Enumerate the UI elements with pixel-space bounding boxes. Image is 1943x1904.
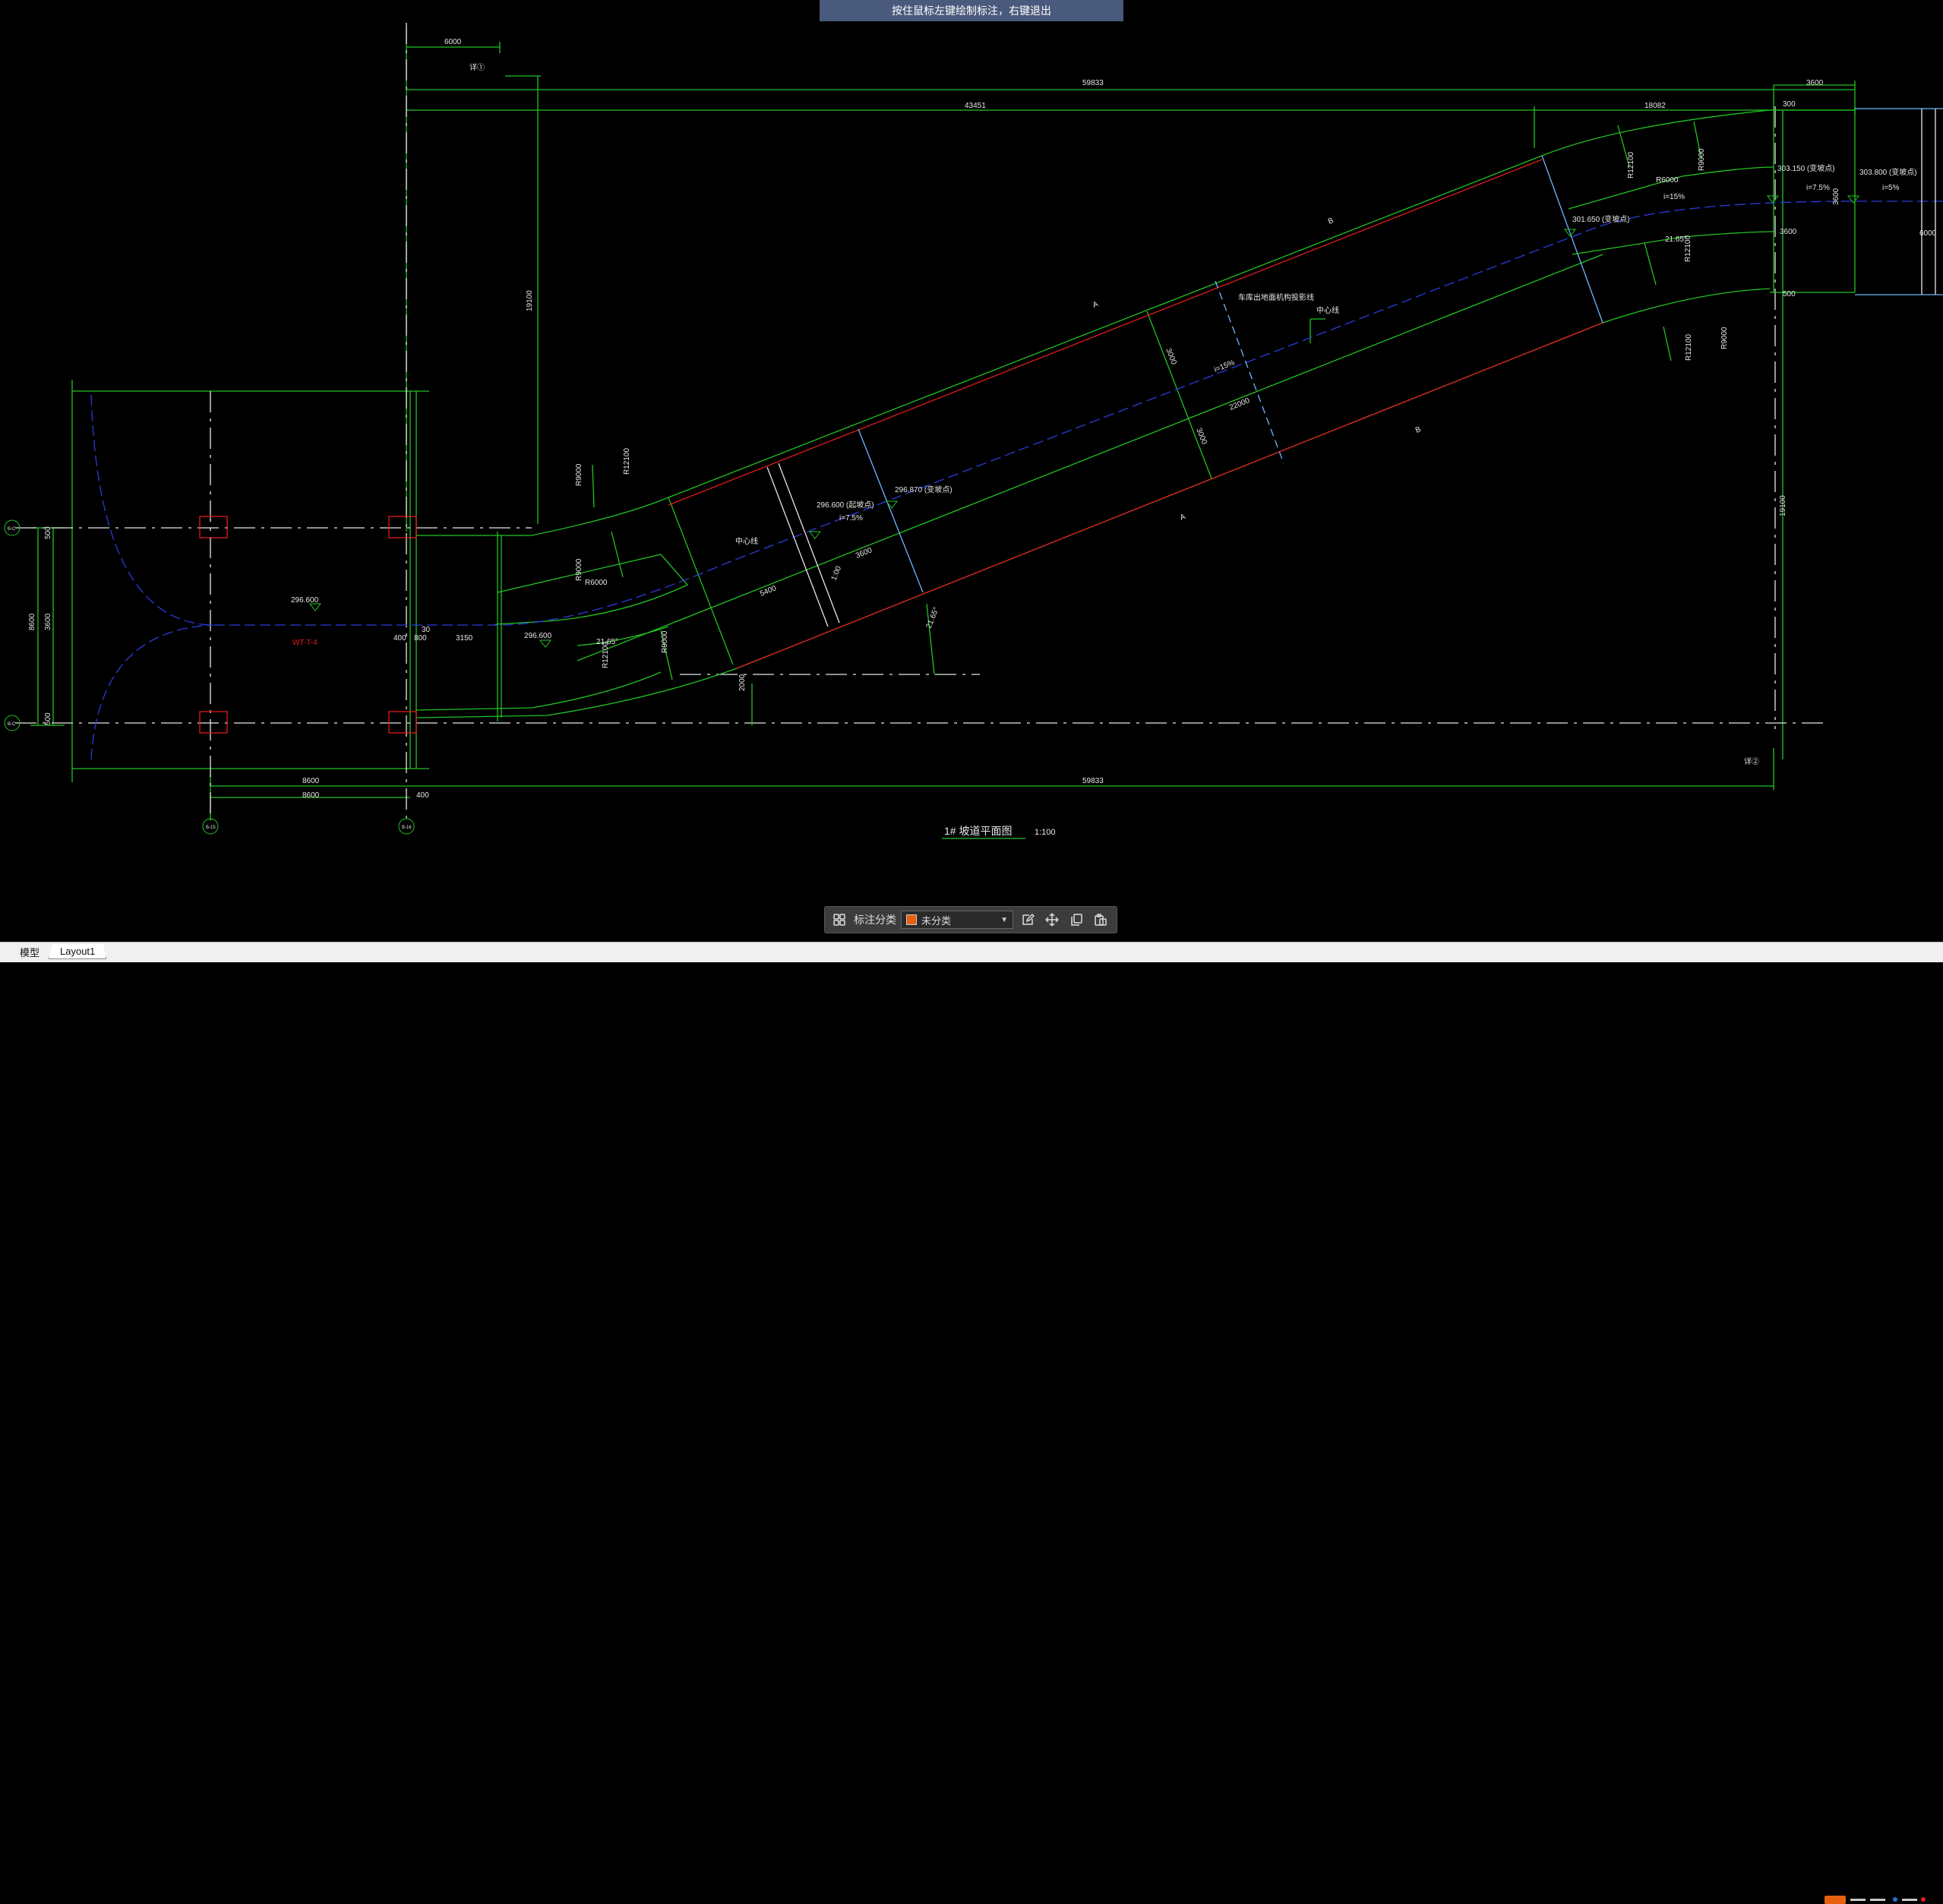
elev-2: 296.600 xyxy=(524,632,552,640)
elev-3: 296.600 (起坡点) xyxy=(817,500,874,510)
dim-vert-right: 19100 xyxy=(1779,495,1787,516)
axis-bubbles xyxy=(4,519,415,835)
drawing-scale: 1:100 xyxy=(1035,828,1056,837)
ramp-red-lines xyxy=(668,159,1603,669)
dim-mid-2: 400 xyxy=(393,634,406,643)
elev-7: 303.800 (变坡点) xyxy=(1859,167,1917,177)
label-center-line-1: 中心线 xyxy=(735,536,758,546)
dim-vert-left: 19100 xyxy=(526,290,534,311)
dim-r-9: R12100 xyxy=(1685,334,1693,361)
dim-r-2: R12100 xyxy=(623,448,631,475)
dim-right-3: 300 xyxy=(1783,100,1796,109)
dim-right-w: 6000 xyxy=(1919,229,1937,238)
label-ref-4: A xyxy=(1179,513,1187,523)
app-logo-icon xyxy=(1825,1896,1926,1904)
axis-label-4: B-16 xyxy=(402,826,412,830)
dim-r-12: R6000 xyxy=(1656,176,1679,185)
dim-left-v1: 8600 xyxy=(28,613,36,630)
slope-4: i=7.5% xyxy=(1806,184,1830,192)
grid-icon[interactable] xyxy=(829,910,849,930)
slope-1: i=7.5% xyxy=(839,514,863,523)
cad-drawing-canvas[interactable]: 59833 43451 18082 3600 6000 19100 19100 … xyxy=(0,0,1943,942)
dim-r-8: R12100 xyxy=(1684,235,1692,262)
dim-ramp-2: 5400 xyxy=(759,584,778,598)
dim-top-right: 3600 xyxy=(1806,79,1824,87)
ramp-center-line-lower xyxy=(90,624,213,760)
dim-top-seg: 18082 xyxy=(1644,102,1666,110)
elev-1: 296.600 xyxy=(291,596,319,605)
dim-mid-1: 3150 xyxy=(456,634,473,643)
category-select[interactable]: 未分类 ▼ xyxy=(901,911,1013,929)
category-label: 标注分类 xyxy=(854,914,896,926)
dim-r-10: R9000 xyxy=(1720,327,1729,349)
dim-r-3: R9000 xyxy=(575,558,583,581)
elev-4: 296.870 (变坡点) xyxy=(895,485,953,494)
section-lines xyxy=(858,155,1603,593)
elev-6: 303.150 (变坡点) xyxy=(1777,163,1835,173)
dim-ramp-1: 3600 xyxy=(855,546,874,560)
elev-5: 301.650 (变坡点) xyxy=(1572,214,1630,224)
hint-text: 按住鼠标左键绘制标注，右键退出 xyxy=(892,5,1051,17)
dim-mid-4: 30 xyxy=(422,626,431,634)
dim-bottom-left-2: 8600 xyxy=(302,791,320,800)
slope-2: i=15% xyxy=(1213,358,1236,374)
category-color-swatch xyxy=(906,914,917,925)
dim-r-5: R9000 xyxy=(661,630,669,653)
dim-slope-w: 3000 xyxy=(1164,347,1178,366)
move-icon[interactable] xyxy=(1042,910,1062,930)
axis-label-2: B-C xyxy=(8,722,16,727)
tab-model[interactable]: 模型 xyxy=(12,944,48,959)
label-ref-2: B xyxy=(1414,425,1423,435)
dim-right-1: 3600 xyxy=(1780,228,1797,236)
label-detail-1: 详① xyxy=(469,62,485,72)
dim-r-6: R12100 xyxy=(1627,152,1635,178)
dim-slope-w2: 3000 xyxy=(1194,427,1208,446)
slope-5: i=5% xyxy=(1882,184,1900,192)
axis-label-1: B-C xyxy=(8,527,16,532)
top-dimension-lines xyxy=(406,27,1856,759)
dim-top-total: 59833 xyxy=(1082,79,1104,87)
layout-tab-bar: 模型 Layout1 xyxy=(0,942,1943,1904)
label-detail-2: 详② xyxy=(1744,756,1759,766)
drawing-title: 1# 坡道平面图 xyxy=(944,825,1012,837)
label-red-note: WT-T-4 xyxy=(292,639,318,647)
dim-bot: 2000 xyxy=(738,674,747,691)
label-upper-projection: 车库出地面机构投影线 xyxy=(1238,292,1314,302)
axis-lines xyxy=(15,23,1823,820)
dim-bottom-total: 59833 xyxy=(1082,777,1104,785)
edit-icon[interactable] xyxy=(1018,910,1038,930)
paste-icon[interactable] xyxy=(1091,910,1111,930)
category-selected-value: 未分类 xyxy=(921,914,952,927)
dim-top-inner: 43451 xyxy=(965,102,986,110)
slope-3: i=15% xyxy=(1663,193,1685,201)
stair-hatch xyxy=(766,463,840,627)
label-center-line-2: 中心线 xyxy=(1316,305,1339,315)
dim-r-1: R9000 xyxy=(575,463,583,486)
dim-right-4: 500 xyxy=(1783,290,1796,298)
dim-top-left: 6000 xyxy=(444,38,462,46)
annotation-toolbar: 标注分类 未分类 ▼ xyxy=(824,906,1117,933)
axis-label-3: B-15 xyxy=(206,826,216,830)
copy-icon[interactable] xyxy=(1066,910,1086,930)
chevron-down-icon: ▼ xyxy=(1000,915,1008,924)
tab-layout1[interactable]: Layout1 xyxy=(49,944,107,959)
dim-r-4: R12100 xyxy=(602,642,610,668)
dim-r-7: R9000 xyxy=(1698,148,1706,171)
ramp-outline xyxy=(415,106,1856,725)
label-ref-1: B xyxy=(1327,216,1335,226)
dim-left-v2: 3600 xyxy=(44,613,52,630)
dim-bottom-left-3: 400 xyxy=(416,791,429,800)
dim-left-v4: 500 xyxy=(44,712,52,725)
dim-bottom-left-1: 8600 xyxy=(302,777,320,785)
ramp-center-line xyxy=(90,201,1943,626)
dim-r-11: R6000 xyxy=(585,579,608,587)
dim-slope-len: 22000 xyxy=(1228,396,1251,412)
dim-right-2: 3600 xyxy=(1832,188,1840,205)
dim-mid-3: 800 xyxy=(414,634,427,643)
label-ref-3: A xyxy=(1092,300,1100,310)
elevation-markers xyxy=(308,195,1860,648)
dim-left-v3: 500 xyxy=(44,526,52,539)
status-hint-banner: 按住鼠标左键绘制标注，右键退出 xyxy=(820,0,1123,21)
dim-ramp-3: 1:00 xyxy=(830,565,844,583)
